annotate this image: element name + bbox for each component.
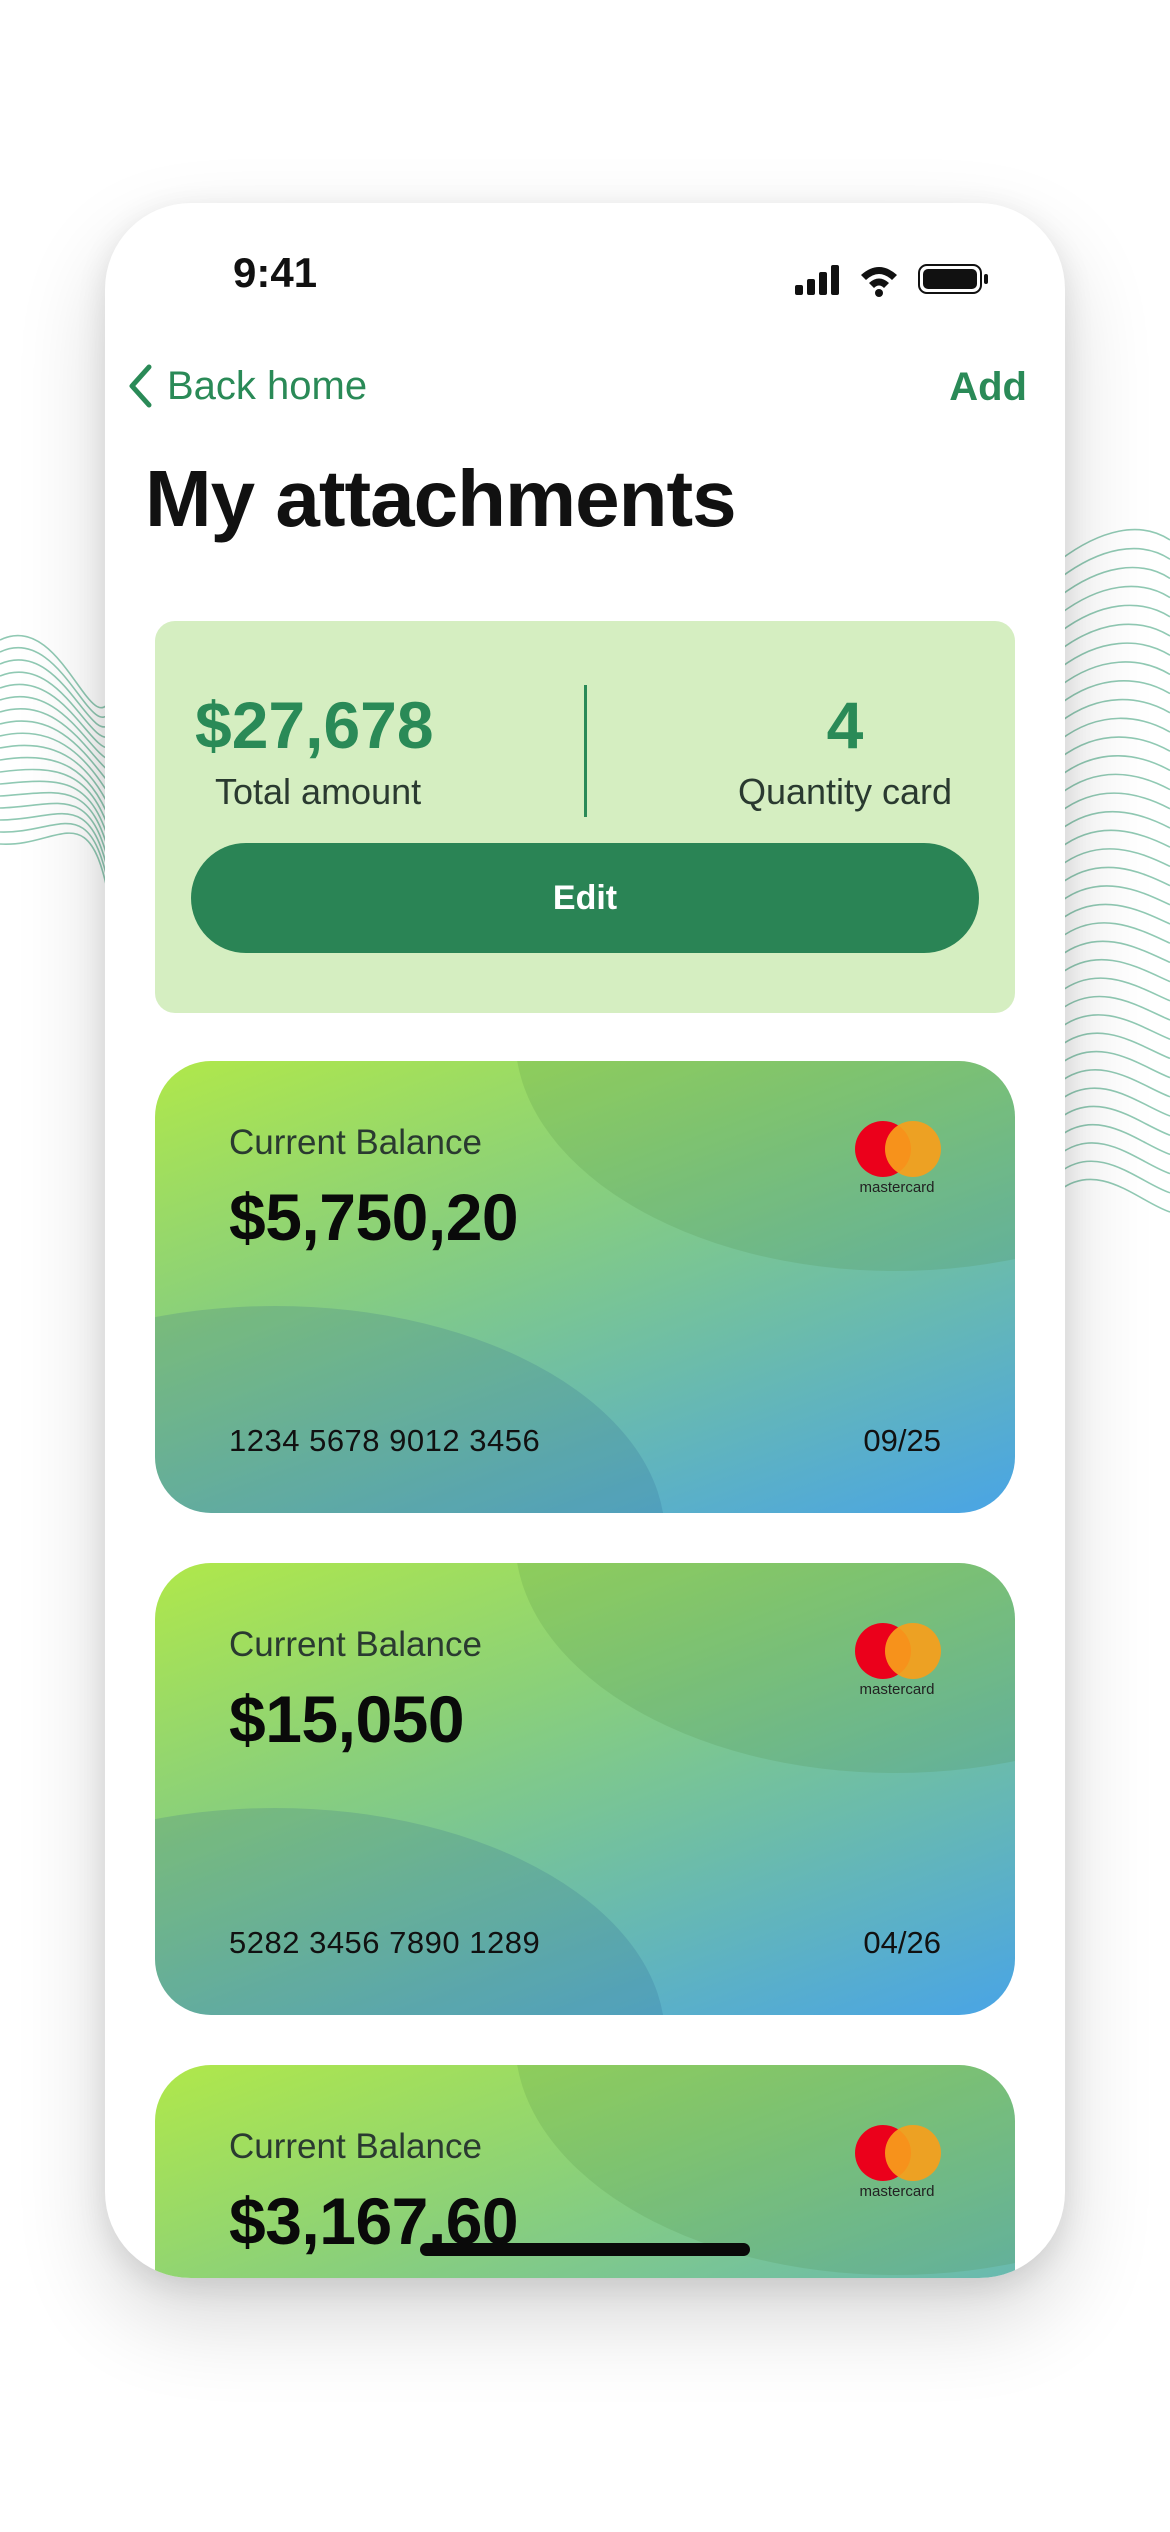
card-balance-label: Current Balance bbox=[229, 2127, 482, 2166]
background-wave-line bbox=[1059, 829, 1170, 849]
back-home-label: Back home bbox=[167, 363, 368, 408]
summary-panel: $27,678 Total amount 4 Quantity card Edi… bbox=[155, 621, 1015, 1013]
add-button[interactable]: Add bbox=[949, 365, 1027, 410]
background-wave-line bbox=[1059, 736, 1170, 759]
card-balance-label: Current Balance bbox=[229, 1625, 482, 1664]
background-wave-line bbox=[1059, 885, 1170, 906]
background-wave-line bbox=[1059, 958, 1170, 983]
background-wave-line bbox=[1059, 922, 1170, 944]
background-wave-line bbox=[0, 683, 111, 749]
background-wave-line bbox=[1059, 1087, 1170, 1117]
back-home-button[interactable]: Back home bbox=[127, 363, 367, 409]
background-wave-line bbox=[1059, 661, 1170, 687]
background-wave-line bbox=[1059, 1069, 1170, 1098]
background-wave-line bbox=[0, 647, 111, 718]
background-wave-line bbox=[1059, 903, 1170, 925]
card-number: 5282 3456 7890 1289 bbox=[229, 1925, 541, 1960]
phone-frame: 9:41 Back home Add My attachments $27,67… bbox=[105, 203, 1065, 2278]
background-wave-line bbox=[1059, 528, 1170, 561]
background-wave-line bbox=[1059, 866, 1170, 887]
background-wave-line bbox=[1059, 1123, 1170, 1156]
background-wave-line bbox=[1059, 848, 1170, 868]
card-2[interactable]: Current Balance $15,050 5282 3456 7890 1… bbox=[155, 1563, 1015, 2015]
card-expiry: 09/25 bbox=[863, 1423, 941, 1458]
signal-icon bbox=[795, 265, 839, 295]
chevron-left-icon bbox=[129, 364, 152, 408]
background-wave-line bbox=[1059, 566, 1170, 597]
edit-button[interactable]: Edit bbox=[191, 843, 979, 953]
background-wave-line bbox=[1059, 773, 1170, 795]
card-balance-value: $15,050 bbox=[229, 1682, 465, 1756]
card-expiry: 04/26 bbox=[863, 1925, 941, 1960]
background-wave-line bbox=[1059, 642, 1170, 669]
background-wave-line bbox=[1059, 1105, 1170, 1136]
status-icons bbox=[795, 264, 988, 297]
mastercard-logo: mastercard bbox=[851, 1623, 943, 1703]
card-decoration bbox=[155, 1808, 665, 2015]
background-wave-line bbox=[1059, 792, 1170, 813]
card-balance-label: Current Balance bbox=[229, 1123, 482, 1162]
quantity-card-value: 4 bbox=[826, 688, 864, 762]
home-indicator bbox=[420, 2243, 750, 2256]
summary-divider bbox=[584, 685, 587, 817]
card-decoration bbox=[155, 1306, 665, 1513]
background-wave-line bbox=[1059, 940, 1170, 964]
battery-icon bbox=[918, 264, 988, 294]
background-wave-line bbox=[1059, 623, 1170, 651]
background-wave-line bbox=[1059, 1178, 1170, 1213]
quantity-card-label: Quantity card bbox=[737, 771, 953, 812]
status-time: 9:41 bbox=[233, 249, 318, 296]
background-wave-line bbox=[0, 832, 111, 905]
mastercard-logo: mastercard bbox=[851, 2125, 943, 2205]
background-wave-line bbox=[1059, 810, 1170, 831]
mastercard-logo: mastercard bbox=[851, 1121, 943, 1201]
total-amount-label: Total amount bbox=[215, 771, 422, 812]
card-1[interactable]: Current Balance $5,750,20 1234 5678 9012… bbox=[155, 1061, 1015, 1513]
background-wave-line bbox=[0, 756, 111, 821]
background-wave-line bbox=[1059, 547, 1170, 579]
card-balance-value: $5,750,20 bbox=[229, 1180, 519, 1254]
card-number: 1234 5678 9012 3456 bbox=[229, 1423, 541, 1458]
background-wave-line bbox=[1059, 755, 1170, 777]
page-title: My attachments bbox=[145, 454, 737, 543]
background-wave-line bbox=[0, 659, 111, 728]
total-amount-value: $27,678 bbox=[195, 688, 434, 762]
background-wave-line bbox=[0, 822, 111, 893]
wifi-icon bbox=[861, 267, 897, 297]
